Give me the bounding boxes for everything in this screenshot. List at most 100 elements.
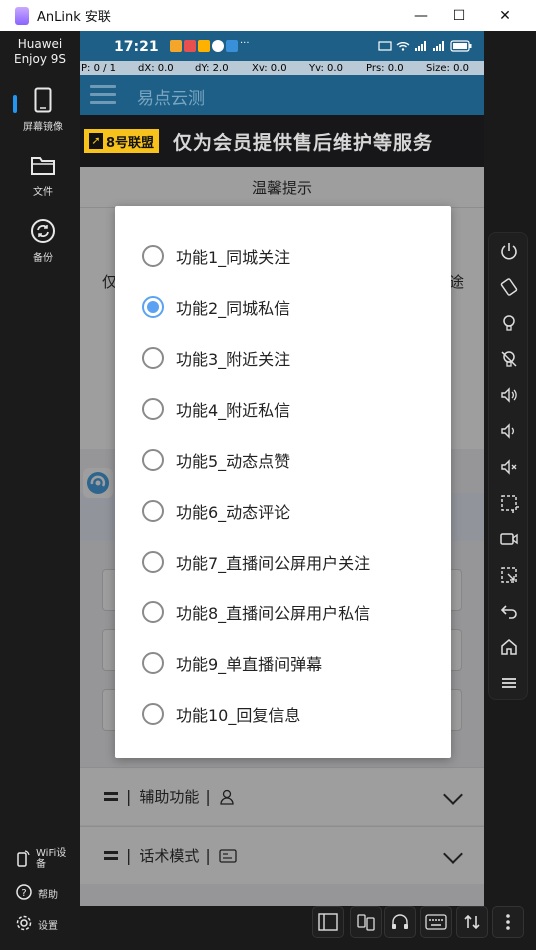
signal-icon xyxy=(433,41,444,51)
device-name-line2: Enjoy 9S xyxy=(13,52,67,66)
mute-icon[interactable] xyxy=(497,455,521,479)
device-control-toolbar xyxy=(488,232,528,700)
sidebar-item-label: 备份 xyxy=(33,253,53,264)
arrow-logo-icon: ➚ xyxy=(89,133,103,149)
option-label: 功能10_回复信息 xyxy=(176,706,301,725)
option-function-1[interactable]: 功能1_同城关注 xyxy=(142,242,290,270)
option-label: 功能6_动态评论 xyxy=(176,503,291,522)
option-function-2[interactable]: 功能2_同城私信 xyxy=(142,293,290,321)
alliance-badge-label: 8号联盟 xyxy=(106,135,155,151)
option-function-6[interactable]: 功能6_动态评论 xyxy=(142,497,290,525)
option-label: 功能3_附近关注 xyxy=(176,350,291,369)
folder-icon xyxy=(29,151,57,179)
sync-icon xyxy=(29,217,57,245)
wifi-icon xyxy=(396,42,410,51)
screen-off-icon[interactable] xyxy=(497,347,521,371)
debug-dy: dY: 2.0 xyxy=(195,62,229,74)
app-bar: 易点云测 xyxy=(80,75,484,115)
option-function-8[interactable]: 功能8_直播间公屏用户私信 xyxy=(142,598,370,626)
radio-button[interactable] xyxy=(142,500,164,522)
app-window: AnLink 安联 — ☐ ✕ Huawei Enjoy 9S 屏幕镜像 文件 xyxy=(0,0,536,950)
option-function-9[interactable]: 功能9_单直播间弹幕 xyxy=(142,649,322,677)
app-title: 易点云测 xyxy=(137,89,205,109)
battery-icon xyxy=(450,40,472,52)
debug-pressure: Prs: 0.0 xyxy=(366,62,404,74)
recent-apps-icon[interactable] xyxy=(497,671,521,695)
promo-banner: ➚ 8号联盟 仅为会员提供售后维护等服务 xyxy=(80,115,484,167)
phone-screen[interactable]: 17:21 ··· P: 0 / 1 dX: 0.0 dY: 2.0 Xv: 0… xyxy=(80,31,484,906)
hamburger-menu-icon[interactable] xyxy=(90,85,116,105)
rotate-screen-icon[interactable] xyxy=(497,275,521,299)
phone-icon xyxy=(29,86,57,114)
keyboard-icon[interactable] xyxy=(420,906,452,938)
sidebar-item-screen-mirror[interactable]: 屏幕镜像 xyxy=(12,86,74,133)
sidebar: Huawei Enjoy 9S 屏幕镜像 文件 备份 WiFi设备 ? 帮助 设… xyxy=(0,31,80,950)
option-label: 功能8_直播间公屏用户私信 xyxy=(176,604,371,623)
window-title: AnLink 安联 xyxy=(37,10,111,25)
audio-icon[interactable] xyxy=(384,906,416,938)
device-transfer-icon[interactable] xyxy=(350,906,382,938)
sidebar-item-backup[interactable]: 备份 xyxy=(12,217,74,264)
radio-button[interactable] xyxy=(142,703,164,725)
device-name-line1: Huawei xyxy=(17,37,63,51)
function-select-dialog: 功能1_同城关注 功能2_同城私信 功能3_附近关注 功能4_附近私信 功能5_… xyxy=(115,206,451,758)
sidebar-item-settings[interactable]: 设置 xyxy=(16,915,58,934)
app-notify-icon xyxy=(198,40,210,52)
radio-button[interactable] xyxy=(142,449,164,471)
sidebar-item-help[interactable]: ? 帮助 xyxy=(16,884,58,903)
pointer-debug-bar: P: 0 / 1 dX: 0.0 dY: 2.0 Xv: 0.0 Yv: 0.0… xyxy=(80,61,484,75)
screenshot-icon[interactable] xyxy=(497,491,521,515)
option-label: 功能9_单直播间弹幕 xyxy=(176,655,323,674)
layout-toggle-icon[interactable] xyxy=(312,906,344,938)
radio-button[interactable] xyxy=(142,245,164,267)
radio-button[interactable] xyxy=(142,601,164,623)
gear-icon xyxy=(16,915,32,934)
app-notify-icon xyxy=(184,40,196,52)
signal-icon xyxy=(415,41,426,51)
status-time: 17:21 xyxy=(114,39,159,55)
option-function-10[interactable]: 功能10_回复信息 xyxy=(142,700,300,728)
radio-button[interactable] xyxy=(142,398,164,420)
option-function-5[interactable]: 功能5_动态点赞 xyxy=(142,446,290,474)
alliance-badge: ➚ 8号联盟 xyxy=(84,129,160,153)
radio-button[interactable] xyxy=(142,652,164,674)
back-icon[interactable] xyxy=(497,599,521,623)
sort-arrows-icon[interactable] xyxy=(456,906,488,938)
maximize-button[interactable]: ☐ xyxy=(436,0,482,31)
screen-on-icon[interactable] xyxy=(497,311,521,335)
sidebar-item-label: 屏幕镜像 xyxy=(23,122,63,133)
notification-icons: ··· xyxy=(170,39,256,52)
option-label: 功能1_同城关注 xyxy=(176,248,291,267)
sidebar-item-label: 文件 xyxy=(33,187,53,198)
app-notify-icon xyxy=(170,40,182,52)
volume-up-icon[interactable] xyxy=(497,383,521,407)
close-button[interactable]: ✕ xyxy=(482,0,528,31)
title-bar: AnLink 安联 — ☐ ✕ xyxy=(0,0,536,31)
option-label: 功能4_附近私信 xyxy=(176,401,291,420)
option-function-3[interactable]: 功能3_附近关注 xyxy=(142,344,290,372)
debug-yv: Yv: 0.0 xyxy=(309,62,343,74)
sidebar-item-wifi-devices[interactable]: WiFi设备 xyxy=(16,848,70,870)
radio-button[interactable] xyxy=(142,347,164,369)
region-select-icon[interactable] xyxy=(497,563,521,587)
radio-button-checked[interactable] xyxy=(142,296,164,318)
banner-text: 仅为会员提供售后维护等服务 xyxy=(173,131,434,154)
power-icon[interactable] xyxy=(497,239,521,263)
option-function-4[interactable]: 功能4_附近私信 xyxy=(142,395,290,423)
option-function-7[interactable]: 功能7_直播间公屏用户关注 xyxy=(142,548,370,576)
more-options-icon[interactable] xyxy=(492,906,524,938)
radio-button[interactable] xyxy=(142,551,164,573)
volume-down-icon[interactable] xyxy=(497,419,521,443)
phone-wifi-icon xyxy=(16,849,30,870)
sidebar-bottom-label: 设置 xyxy=(38,921,58,932)
screen-record-icon[interactable] xyxy=(497,527,521,551)
option-label: 功能5_动态点赞 xyxy=(176,452,291,471)
home-icon[interactable] xyxy=(497,635,521,659)
sidebar-item-files[interactable]: 文件 xyxy=(12,151,74,198)
anlink-logo-icon xyxy=(15,6,29,25)
debug-xv: Xv: 0.0 xyxy=(252,62,287,74)
app-notify-icon xyxy=(226,40,238,52)
sidebar-bottom-label: 帮助 xyxy=(38,890,58,901)
device-name: Huawei Enjoy 9S xyxy=(0,37,80,67)
debug-dx: dX: 0.0 xyxy=(138,62,174,74)
